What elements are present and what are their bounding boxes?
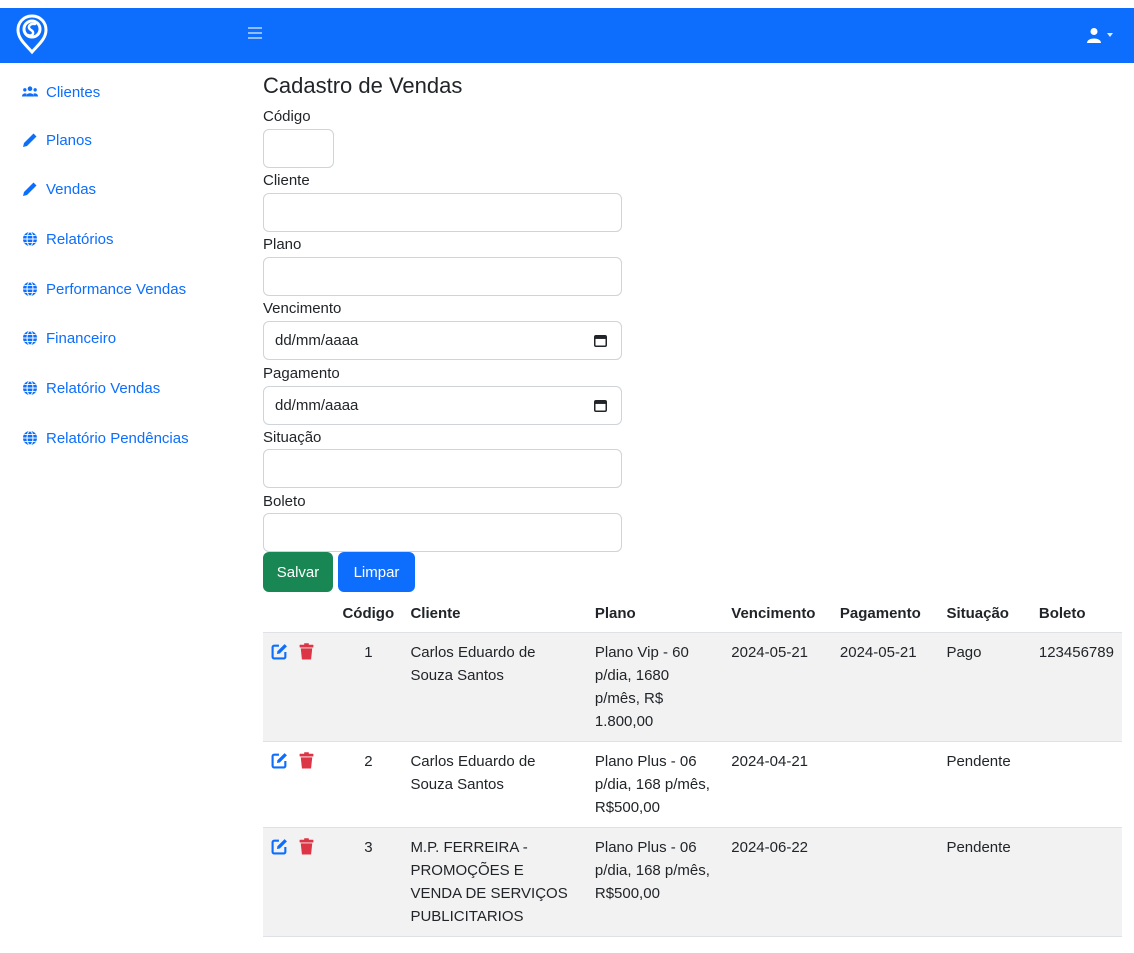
- pagamento-placeholder: dd/mm/aaaa: [275, 397, 359, 414]
- cell-pagamento: [831, 741, 939, 828]
- column-header-cliente: Cliente: [402, 594, 587, 633]
- calendar-icon[interactable]: [594, 399, 607, 412]
- clear-button[interactable]: Limpar: [338, 552, 415, 592]
- plano-label: Plano: [263, 236, 302, 253]
- column-header-codigo: Código: [334, 594, 403, 633]
- table-header-row: Código Cliente Plano Vencimento Pagament…: [263, 594, 1122, 633]
- column-header-situacao: Situação: [938, 594, 1031, 633]
- cell-boleto: 123456789: [1030, 632, 1122, 742]
- sidebar-item-relatorios[interactable]: Relatórios: [22, 228, 114, 250]
- table-row: 2 Carlos Eduardo de Souza Santos Plano P…: [263, 741, 1122, 828]
- column-header-plano: Plano: [586, 594, 724, 633]
- cell-codigo: 1: [334, 632, 403, 742]
- table-row: 3 M.P. FERREIRA - PROMOÇÕES E VENDA DE S…: [263, 827, 1122, 937]
- chevron-down-icon: [1107, 33, 1113, 37]
- sidebar-item-clientes[interactable]: Clientes: [22, 81, 100, 103]
- row-actions: [263, 632, 335, 742]
- vencimento-label: Vencimento: [263, 300, 342, 317]
- edit-icon[interactable]: [271, 838, 288, 855]
- cell-cliente: Carlos Eduardo de Souza Santos: [402, 741, 587, 828]
- cell-codigo: 3: [334, 827, 403, 937]
- cell-plano: Plano Plus - 06 p/dia, 168 p/mês, R$500,…: [586, 741, 724, 828]
- sales-table: Código Cliente Plano Vencimento Pagament…: [263, 594, 1122, 937]
- sidebar-item-performance-vendas[interactable]: Performance Vendas: [22, 278, 186, 300]
- cell-vencimento: 2024-04-21: [723, 741, 832, 828]
- sidebar-item-label: Planos: [46, 131, 92, 149]
- edit-icon[interactable]: [271, 752, 288, 769]
- codigo-label: Código: [263, 108, 311, 125]
- globe-icon: [23, 330, 37, 346]
- sidebar-item-label: Vendas: [46, 180, 97, 198]
- cell-pagamento: 2024-05-21: [831, 632, 939, 742]
- edit-icon[interactable]: [271, 643, 288, 660]
- column-header-vencimento: Vencimento: [723, 594, 832, 633]
- trash-icon[interactable]: [298, 752, 315, 769]
- vencimento-date-input[interactable]: dd/mm/aaaa: [263, 321, 622, 360]
- situacao-input[interactable]: [263, 449, 622, 488]
- pagamento-date-input[interactable]: dd/mm/aaaa: [263, 386, 622, 425]
- globe-icon: [23, 231, 37, 247]
- cell-plano: Plano Plus - 06 p/dia, 168 p/mês, R$500,…: [586, 827, 724, 937]
- sidebar-item-relatorio-pendencias[interactable]: Relatório Pendências: [22, 427, 189, 449]
- cell-cliente: M.P. FERREIRA - PROMOÇÕES E VENDA DE SER…: [402, 827, 587, 937]
- pencil-icon: [23, 133, 37, 147]
- cell-situacao: Pago: [938, 632, 1031, 742]
- cell-boleto: [1030, 741, 1122, 828]
- codigo-input[interactable]: [263, 129, 334, 168]
- sidebar-item-vendas[interactable]: Vendas: [22, 178, 96, 200]
- situacao-label: Situação: [263, 429, 322, 446]
- column-header-boleto: Boleto: [1030, 594, 1122, 633]
- brand-logo-icon[interactable]: [12, 12, 52, 56]
- page-title: Cadastro de Vendas: [263, 73, 463, 98]
- sidebar-item-label: Relatório Vendas: [46, 379, 161, 397]
- cell-pagamento: [831, 827, 939, 937]
- users-icon: [22, 86, 38, 97]
- cell-plano: Plano Vip - 60 p/dia, 1680 p/mês, R$ 1.8…: [586, 632, 724, 742]
- cell-situacao: Pendente: [938, 827, 1031, 937]
- hamburger-icon[interactable]: [248, 27, 262, 41]
- globe-icon: [23, 380, 37, 396]
- boleto-input[interactable]: [263, 513, 622, 552]
- sidebar-item-label: Financeiro: [46, 329, 117, 347]
- sidebar-item-planos[interactable]: Planos: [22, 129, 92, 151]
- calendar-icon[interactable]: [594, 334, 607, 347]
- pencil-icon: [23, 182, 37, 196]
- pagamento-label: Pagamento: [263, 365, 340, 382]
- cliente-label: Cliente: [263, 172, 310, 189]
- sidebar-item-label: Relatórios: [46, 230, 114, 248]
- sidebar-item-financeiro[interactable]: Financeiro: [22, 327, 116, 349]
- cell-boleto: [1030, 827, 1122, 937]
- column-header-pagamento: Pagamento: [831, 594, 939, 633]
- plano-input[interactable]: [263, 257, 622, 296]
- sidebar-item-label: Performance Vendas: [46, 280, 187, 298]
- trash-icon[interactable]: [298, 643, 315, 660]
- boleto-label: Boleto: [263, 493, 306, 510]
- trash-icon[interactable]: [298, 838, 315, 855]
- row-actions: [263, 741, 335, 828]
- sidebar-item-relatorio-vendas[interactable]: Relatório Vendas: [22, 377, 160, 399]
- cell-cliente: Carlos Eduardo de Souza Santos: [402, 632, 587, 742]
- vencimento-placeholder: dd/mm/aaaa: [275, 332, 359, 349]
- cell-situacao: Pendente: [938, 741, 1031, 828]
- table-row: 1 Carlos Eduardo de Souza Santos Plano V…: [263, 632, 1122, 742]
- top-navbar: [0, 8, 1134, 63]
- cell-vencimento: 2024-06-22: [723, 827, 832, 937]
- globe-icon: [23, 281, 37, 297]
- globe-icon: [23, 430, 37, 446]
- row-actions: [263, 827, 335, 937]
- sidebar-item-label: Relatório Pendências: [46, 429, 189, 447]
- cell-codigo: 2: [334, 741, 403, 828]
- save-button[interactable]: Salvar: [263, 552, 333, 592]
- cliente-input[interactable]: [263, 193, 622, 232]
- user-menu-toggle[interactable]: [1086, 25, 1116, 47]
- user-icon: [1087, 28, 1101, 43]
- sidebar-item-label: Clientes: [46, 83, 101, 101]
- column-header-actions: [263, 594, 335, 633]
- cell-vencimento: 2024-05-21: [723, 632, 832, 742]
